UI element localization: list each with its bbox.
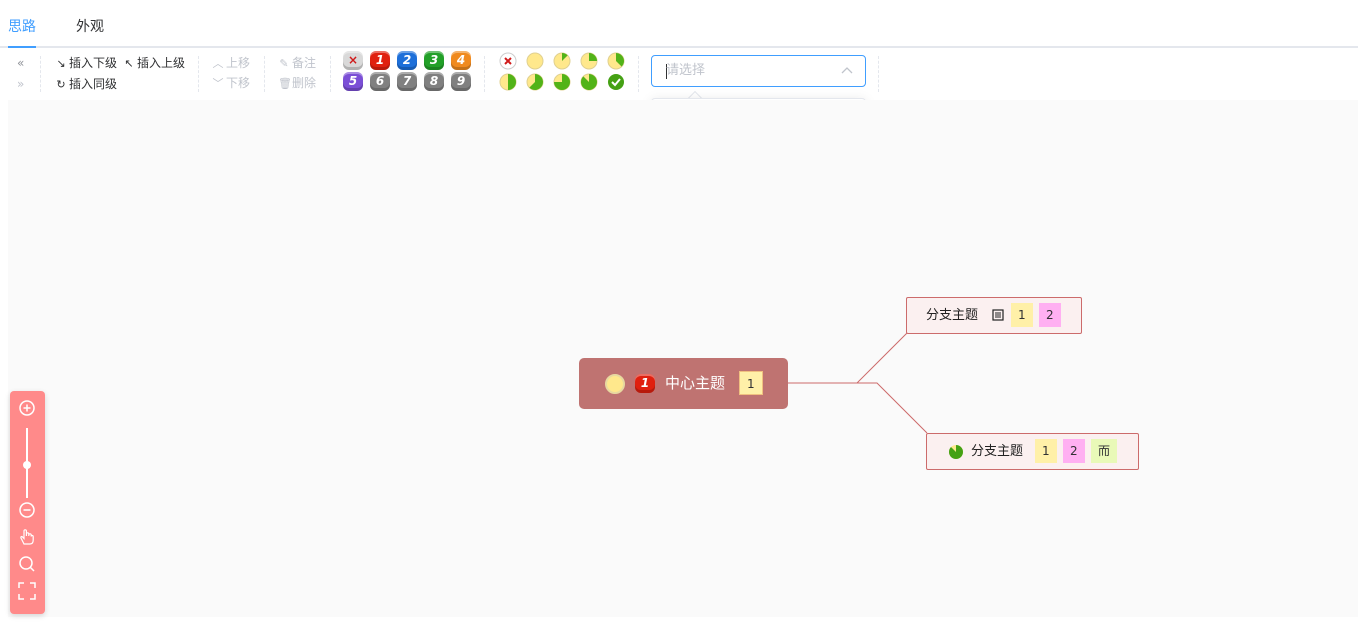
branch-topic-text: 分支主题: [926, 308, 979, 323]
zoom-toolbar: [10, 391, 45, 614]
mindmap-connectors: [788, 332, 928, 434]
zoom-slider-handle[interactable]: [23, 461, 31, 469]
node-tag: 1: [1035, 439, 1057, 463]
root-topic-node[interactable]: 1 中心主题 1: [579, 358, 788, 409]
priority-1-badge: 1: [635, 374, 655, 393]
root-topic-text: 中心主题: [665, 374, 726, 392]
zoom-out-icon[interactable]: [18, 501, 36, 519]
hand-icon[interactable]: [18, 528, 36, 546]
zoom-in-icon[interactable]: [18, 399, 36, 417]
node-tag: 而: [1091, 439, 1118, 463]
search-icon[interactable]: [18, 555, 36, 573]
branch-topic-node[interactable]: 分支主题 1 2: [906, 297, 1082, 334]
node-tag: 1: [739, 371, 763, 395]
note-icon: [992, 309, 1004, 321]
progress-pie-icon: [948, 445, 963, 459]
branch-topic-text: 分支主题: [971, 444, 1024, 459]
progress-0-icon: [605, 374, 625, 394]
branch-topic-node[interactable]: 分支主题 1 2 而: [926, 433, 1139, 470]
node-tag: 2: [1039, 303, 1061, 327]
node-tag: 1: [1011, 303, 1033, 327]
node-tag: 2: [1063, 439, 1085, 463]
fullscreen-icon[interactable]: [18, 582, 36, 600]
